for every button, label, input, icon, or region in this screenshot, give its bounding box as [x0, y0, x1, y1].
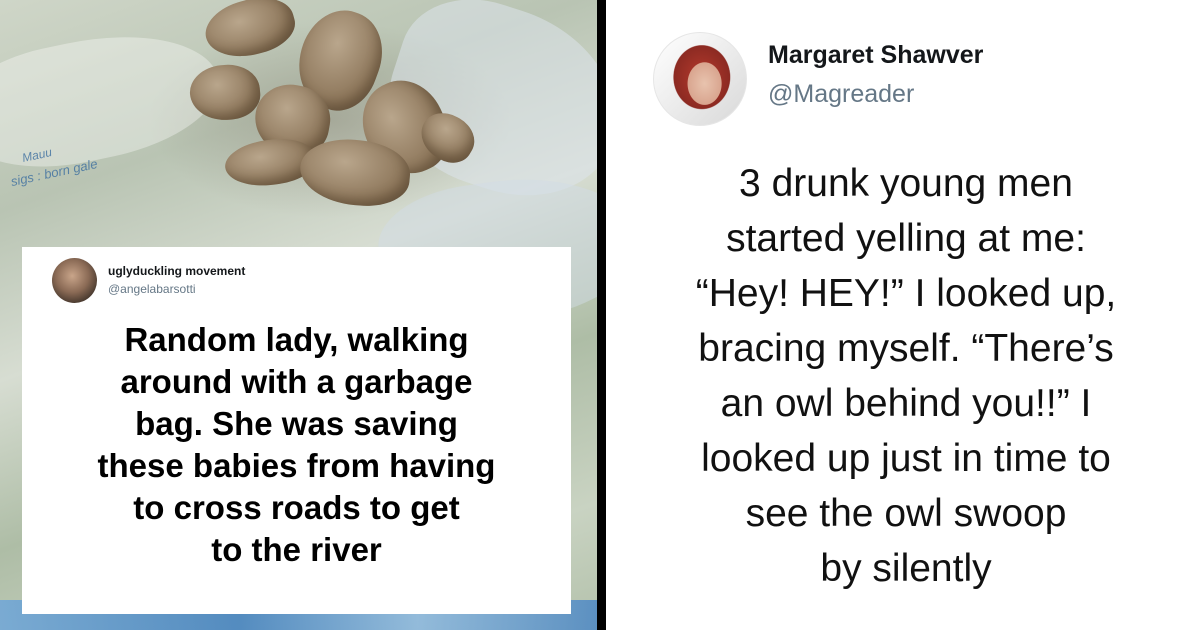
baby-turtle — [199, 0, 301, 66]
avatar[interactable] — [653, 32, 747, 126]
tweet-text: Random lady, walking around with a garba… — [97, 321, 496, 568]
embedded-tweet-card: uglyduckling movement @angelabarsotti Ra… — [22, 247, 571, 614]
tweet-text: 3 drunk young men started yelling at me:… — [695, 162, 1117, 590]
avatar[interactable] — [52, 258, 97, 303]
author-handle[interactable]: @angelabarsotti — [108, 282, 196, 296]
author-handle[interactable]: @Magreader — [768, 80, 914, 109]
turtle-photo: Mauu sigs : born gale uglyduckling movem… — [0, 0, 597, 630]
tweet-panel: Margaret Shawver @Magreader 3 drunk youn… — [606, 0, 1200, 630]
author-name[interactable]: uglyduckling movement — [108, 264, 245, 278]
panel-divider — [597, 0, 606, 630]
author-name[interactable]: Margaret Shawver — [768, 41, 983, 70]
